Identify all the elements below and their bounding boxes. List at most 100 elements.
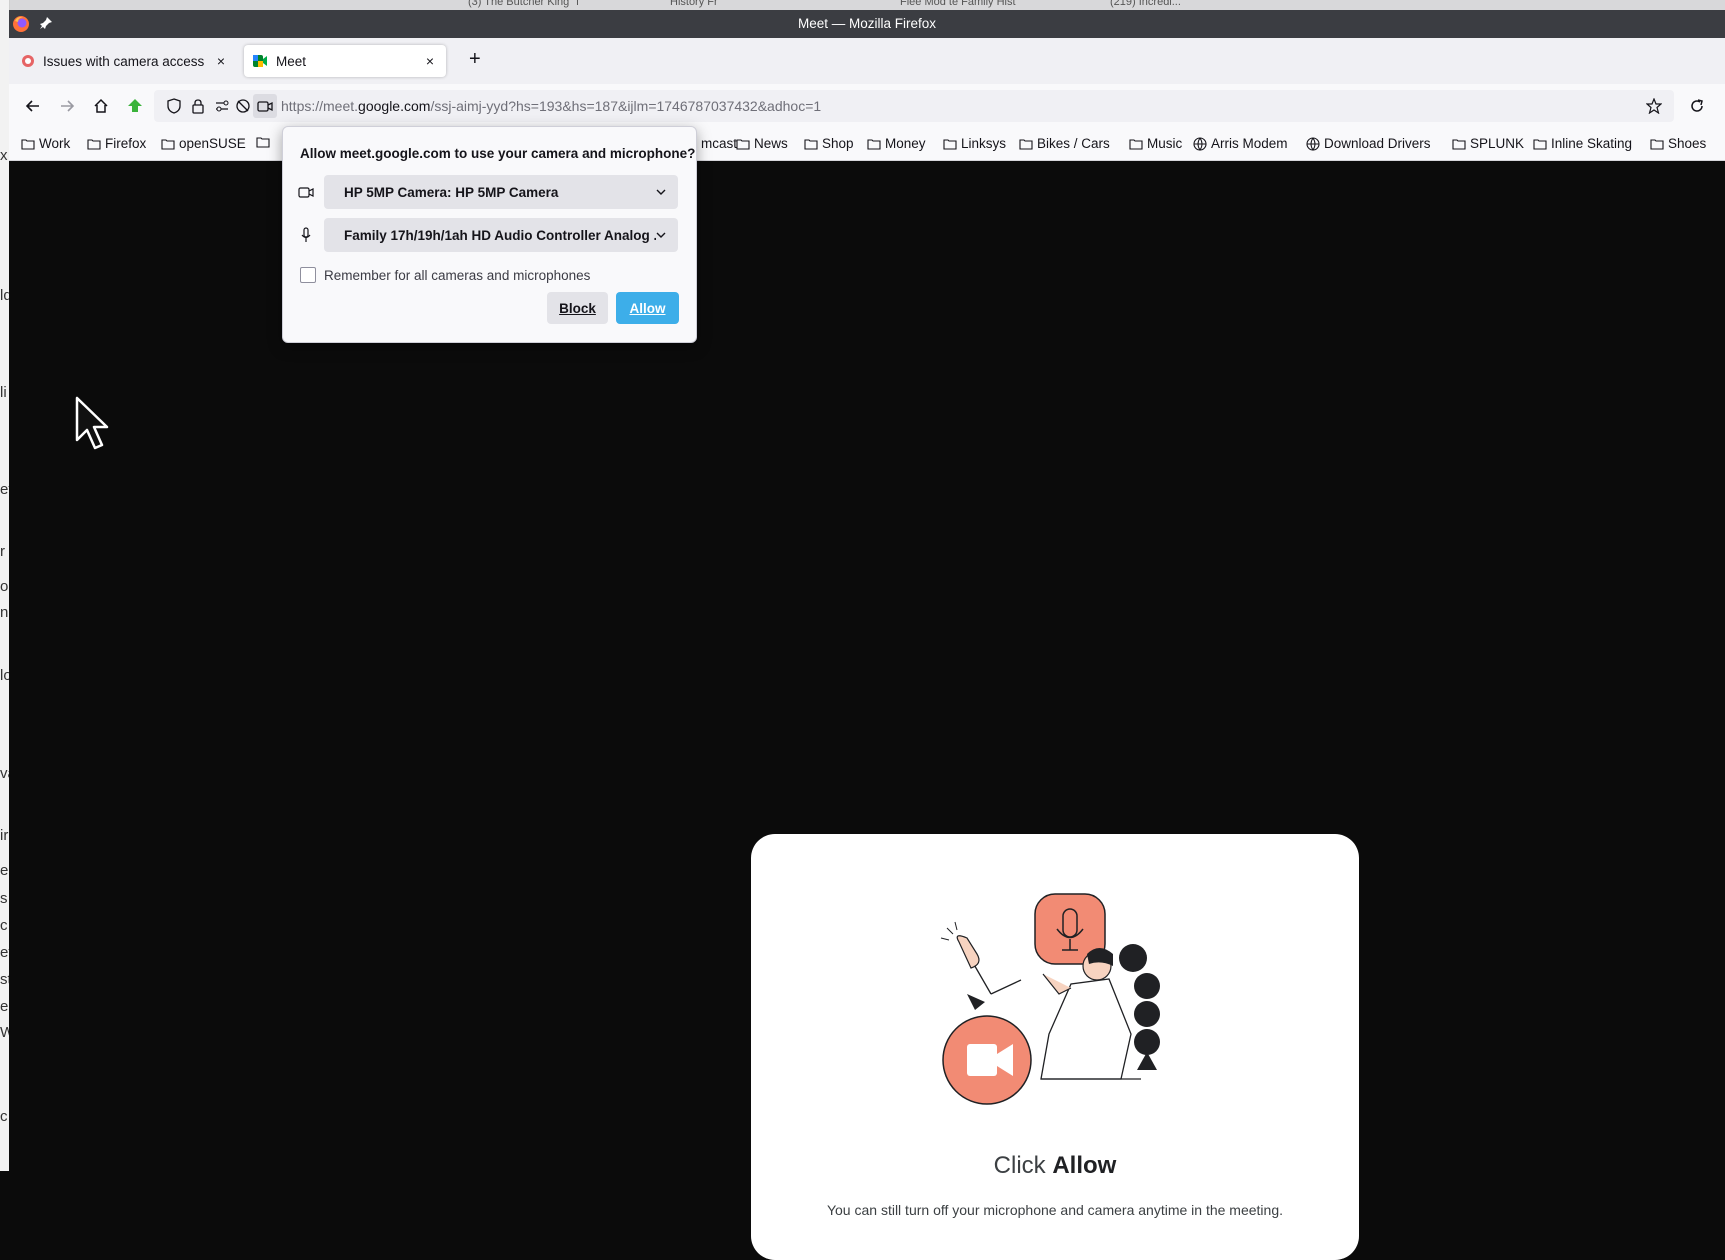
tab-strip: Issues with camera access × Meet × + xyxy=(9,38,1725,84)
url-bar[interactable]: https://meet.google.com/ssj-aimj-yyd?hs=… xyxy=(154,90,1674,122)
background-window-strip: (3) The Butcher King "i History Fr Flee … xyxy=(0,0,1725,10)
new-tab-button[interactable]: + xyxy=(469,48,481,71)
reload-icon[interactable] xyxy=(1685,94,1709,118)
bookmark-label: Shoes xyxy=(1668,136,1707,151)
remember-checkbox-row[interactable]: Remember for all cameras and microphones xyxy=(300,267,590,283)
bookmark-label: Inline Skating xyxy=(1551,136,1633,151)
folder-icon xyxy=(161,138,175,150)
behind-text: n xyxy=(0,604,9,621)
behind-text: li xyxy=(0,384,7,401)
back-icon[interactable] xyxy=(21,94,45,118)
microphone-select[interactable]: Family 17h/19h/1ah HD Audio Controller A… xyxy=(324,218,678,252)
bookmark-folder-comcast[interactable]: mcast xyxy=(701,136,737,151)
bookmark-label: Money xyxy=(885,136,926,151)
microphone-select-value: Family 17h/19h/1ah HD Audio Controller A… xyxy=(344,227,656,243)
page-content: Click Allow You can still turn off your … xyxy=(9,161,1725,1260)
tab-issues-with-camera[interactable]: Issues with camera access × xyxy=(13,45,237,77)
camera-permission-icon[interactable] xyxy=(253,94,277,118)
location-blocked-icon[interactable] xyxy=(231,94,255,118)
globe-icon xyxy=(1306,136,1320,151)
behind-text: c xyxy=(0,917,8,934)
folder-icon xyxy=(1129,138,1143,150)
behind-text: x xyxy=(0,147,8,164)
bookmark-label: Firefox xyxy=(105,136,147,151)
allow-button[interactable]: Allow xyxy=(616,292,679,324)
behind-text: ir xyxy=(0,827,9,844)
close-tab-icon[interactable]: × xyxy=(422,53,438,69)
navigation-toolbar: https://meet.google.com/ssj-aimj-yyd?hs=… xyxy=(9,84,1725,129)
chevron-down-icon xyxy=(656,232,666,238)
folder-icon xyxy=(87,138,101,150)
globe-icon xyxy=(1193,136,1207,151)
bookmark-star-icon[interactable] xyxy=(1642,94,1666,118)
background-tab: (219) Incredi... xyxy=(1110,0,1181,8)
bookmark-folder-shoes[interactable]: Shoes xyxy=(1650,136,1706,151)
behind-text: r xyxy=(0,543,5,560)
block-button[interactable]: Block xyxy=(547,292,608,324)
tab-label: Meet xyxy=(276,53,307,69)
bookmark-folder-opensuse[interactable]: openSUSE xyxy=(161,136,246,151)
bookmark-label: SPLUNK xyxy=(1470,136,1525,151)
bookmark-folder-splunk[interactable]: SPLUNK xyxy=(1452,136,1524,151)
permission-prompt-card: Click Allow You can still turn off your … xyxy=(751,834,1359,1260)
camera-icon xyxy=(298,184,314,200)
tracking-shield-icon[interactable] xyxy=(162,94,186,118)
bookmark-folder-inline-skating[interactable]: Inline Skating xyxy=(1533,136,1632,151)
bookmark-folder-shop[interactable]: Shop xyxy=(804,136,854,151)
tab-meet[interactable]: Meet × xyxy=(244,45,446,77)
permission-illustration xyxy=(931,884,1181,1114)
behind-text: o xyxy=(0,578,9,595)
camera-row: HP 5MP Camera: HP 5MP Camera xyxy=(298,175,678,209)
extension-icon[interactable] xyxy=(123,94,147,118)
behind-text: s xyxy=(0,890,8,907)
folder-icon xyxy=(867,138,881,150)
card-subtitle: You can still turn off your microphone a… xyxy=(826,1202,1284,1218)
camera-microphone-permission-popup: Allow meet.google.com to use your camera… xyxy=(282,126,697,343)
forward-icon[interactable] xyxy=(55,94,79,118)
behind-text: e xyxy=(0,862,9,879)
bookmark-folder-bikes-cars[interactable]: Bikes / Cars xyxy=(1019,136,1110,151)
window-title: Meet — Mozilla Firefox xyxy=(797,16,937,31)
bookmark-download-drivers[interactable]: Download Drivers xyxy=(1306,136,1431,151)
bookmark-arris-modem[interactable]: Arris Modem xyxy=(1193,136,1288,151)
bookmark-label: mcast xyxy=(701,136,738,151)
remember-label: Remember for all cameras and microphones xyxy=(324,267,591,283)
microphone-icon xyxy=(298,227,314,243)
remember-checkbox[interactable] xyxy=(300,267,316,283)
bookmark-folder-work[interactable]: Work xyxy=(21,136,70,151)
card-title: Click Allow xyxy=(751,1152,1359,1180)
bookmark-label: Work xyxy=(39,136,71,151)
bookmarks-toolbar: Work Firefox openSUSE mcast News Shop Mo… xyxy=(9,128,1725,161)
bookmark-folder-hidden[interactable] xyxy=(256,136,274,148)
folder-icon xyxy=(256,137,270,148)
bookmark-folder-news[interactable]: News xyxy=(736,136,788,151)
home-icon[interactable] xyxy=(89,94,113,118)
meet-favicon-icon xyxy=(252,54,268,68)
tab-favicon-icon xyxy=(21,54,35,68)
mouse-cursor-icon xyxy=(75,396,109,452)
background-tab: History Fr xyxy=(670,0,718,8)
bookmark-folder-firefox[interactable]: Firefox xyxy=(87,136,146,151)
tab-label: Issues with camera access xyxy=(43,53,205,69)
folder-icon xyxy=(1650,138,1664,150)
card-title-bold: Allow xyxy=(1052,1152,1117,1179)
bookmark-label: Shop xyxy=(822,136,854,151)
lock-icon[interactable] xyxy=(186,94,210,118)
bookmark-folder-music[interactable]: Music xyxy=(1129,136,1182,151)
bookmark-label: Bikes / Cars xyxy=(1037,136,1110,151)
bookmark-label: Linksys xyxy=(961,136,1007,151)
folder-icon xyxy=(943,138,957,150)
close-tab-icon[interactable]: × xyxy=(213,53,229,69)
folder-icon xyxy=(1019,138,1033,150)
background-tab: (3) The Butcher King "i xyxy=(468,0,579,8)
camera-select[interactable]: HP 5MP Camera: HP 5MP Camera xyxy=(324,175,678,209)
bookmark-folder-money[interactable]: Money xyxy=(867,136,926,151)
bookmark-label: News xyxy=(754,136,788,151)
bookmark-folder-linksys[interactable]: Linksys xyxy=(943,136,1006,151)
behind-text: c xyxy=(0,1108,8,1125)
url-text[interactable]: https://meet.google.com/ssj-aimj-yyd?hs=… xyxy=(281,98,821,114)
card-title-prefix: Click xyxy=(993,1152,1053,1179)
camera-select-value: HP 5MP Camera: HP 5MP Camera xyxy=(344,184,559,200)
firefox-window: Meet — Mozilla Firefox Issues with camer… xyxy=(9,10,1725,1260)
folder-icon xyxy=(736,138,750,150)
